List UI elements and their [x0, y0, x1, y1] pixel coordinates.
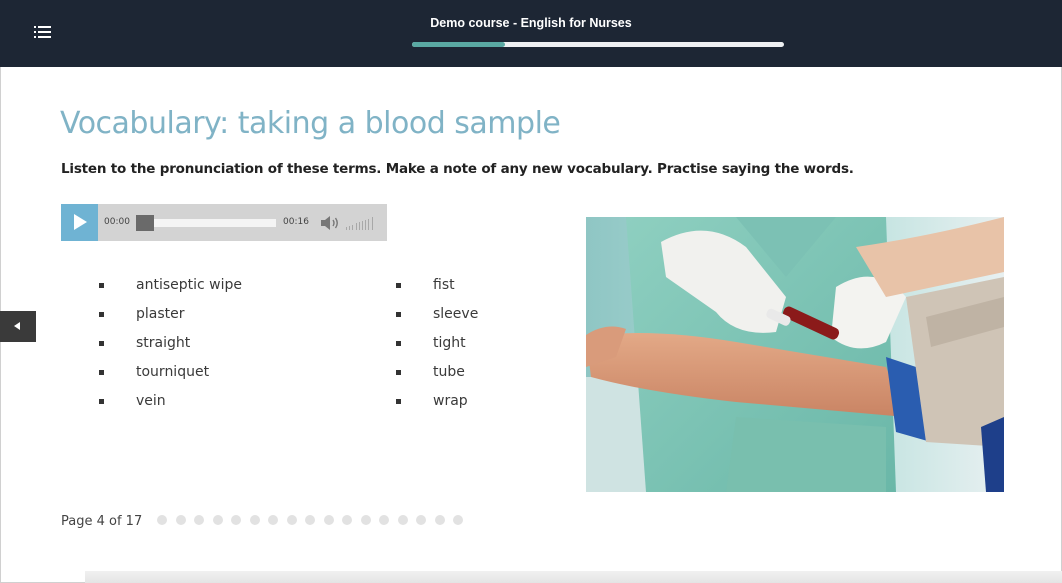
- vocabulary-item: fist: [396, 273, 478, 302]
- page-dot[interactable]: [323, 515, 334, 525]
- page-dot[interactable]: [231, 515, 241, 525]
- page-dot[interactable]: [157, 515, 167, 525]
- speaker-icon[interactable]: [321, 215, 343, 231]
- page-dot[interactable]: [305, 515, 315, 525]
- vocabulary-item: sleeve: [396, 302, 478, 331]
- page-dot[interactable]: [194, 515, 204, 525]
- course-progress-fill: [412, 42, 505, 47]
- vocabulary-item: wrap: [396, 389, 478, 418]
- bottom-divider: [85, 571, 1062, 583]
- current-time: 00:00: [104, 217, 130, 227]
- vocabulary-item: straight: [99, 331, 242, 360]
- vocabulary-item: vein: [99, 389, 242, 418]
- page-dot[interactable]: [416, 515, 426, 525]
- page-dot[interactable]: [397, 515, 408, 525]
- audio-player: 00:00 00:16: [61, 204, 387, 241]
- vocabulary-item: tourniquet: [99, 360, 242, 389]
- vocabulary-list-right: fist sleeve tight tube wrap: [396, 273, 478, 418]
- vocabulary-item: plaster: [99, 302, 242, 331]
- page-dot[interactable]: [453, 515, 463, 525]
- play-icon[interactable]: [61, 204, 98, 241]
- instructions-text: Listen to the pronunciation of these ter…: [61, 161, 854, 177]
- seek-track[interactable]: [141, 219, 276, 227]
- top-bar: Demo course - English for Nurses: [0, 0, 1062, 67]
- vocabulary-item: antiseptic wipe: [99, 273, 242, 302]
- vocabulary-list-left: antiseptic wipe plaster straight tourniquet…: [99, 273, 242, 418]
- previous-page-button[interactable]: [0, 311, 36, 342]
- page-dot[interactable]: [360, 515, 371, 525]
- page-dot[interactable]: [434, 515, 445, 525]
- page-dot[interactable]: [249, 515, 260, 525]
- volume-slider[interactable]: [346, 216, 376, 230]
- course-title: Demo course - English for Nurses: [430, 16, 632, 30]
- page-dot[interactable]: [212, 515, 223, 525]
- page-indicator: Page 4 of 17: [61, 514, 143, 529]
- vocabulary-item: tube: [396, 360, 478, 389]
- page-dot[interactable]: [175, 515, 186, 525]
- page-dot[interactable]: [342, 515, 352, 525]
- page-dot[interactable]: [268, 515, 278, 525]
- vocabulary-item: tight: [396, 331, 478, 360]
- page-title: Vocabulary: taking a blood sample: [60, 106, 561, 141]
- page-dot[interactable]: [286, 515, 297, 525]
- page-dot[interactable]: [379, 515, 389, 525]
- seek-handle[interactable]: [136, 215, 154, 231]
- duration-time: 00:16: [283, 217, 309, 227]
- course-progress-bar: [412, 42, 784, 47]
- blood-sample-photo: [586, 217, 1004, 492]
